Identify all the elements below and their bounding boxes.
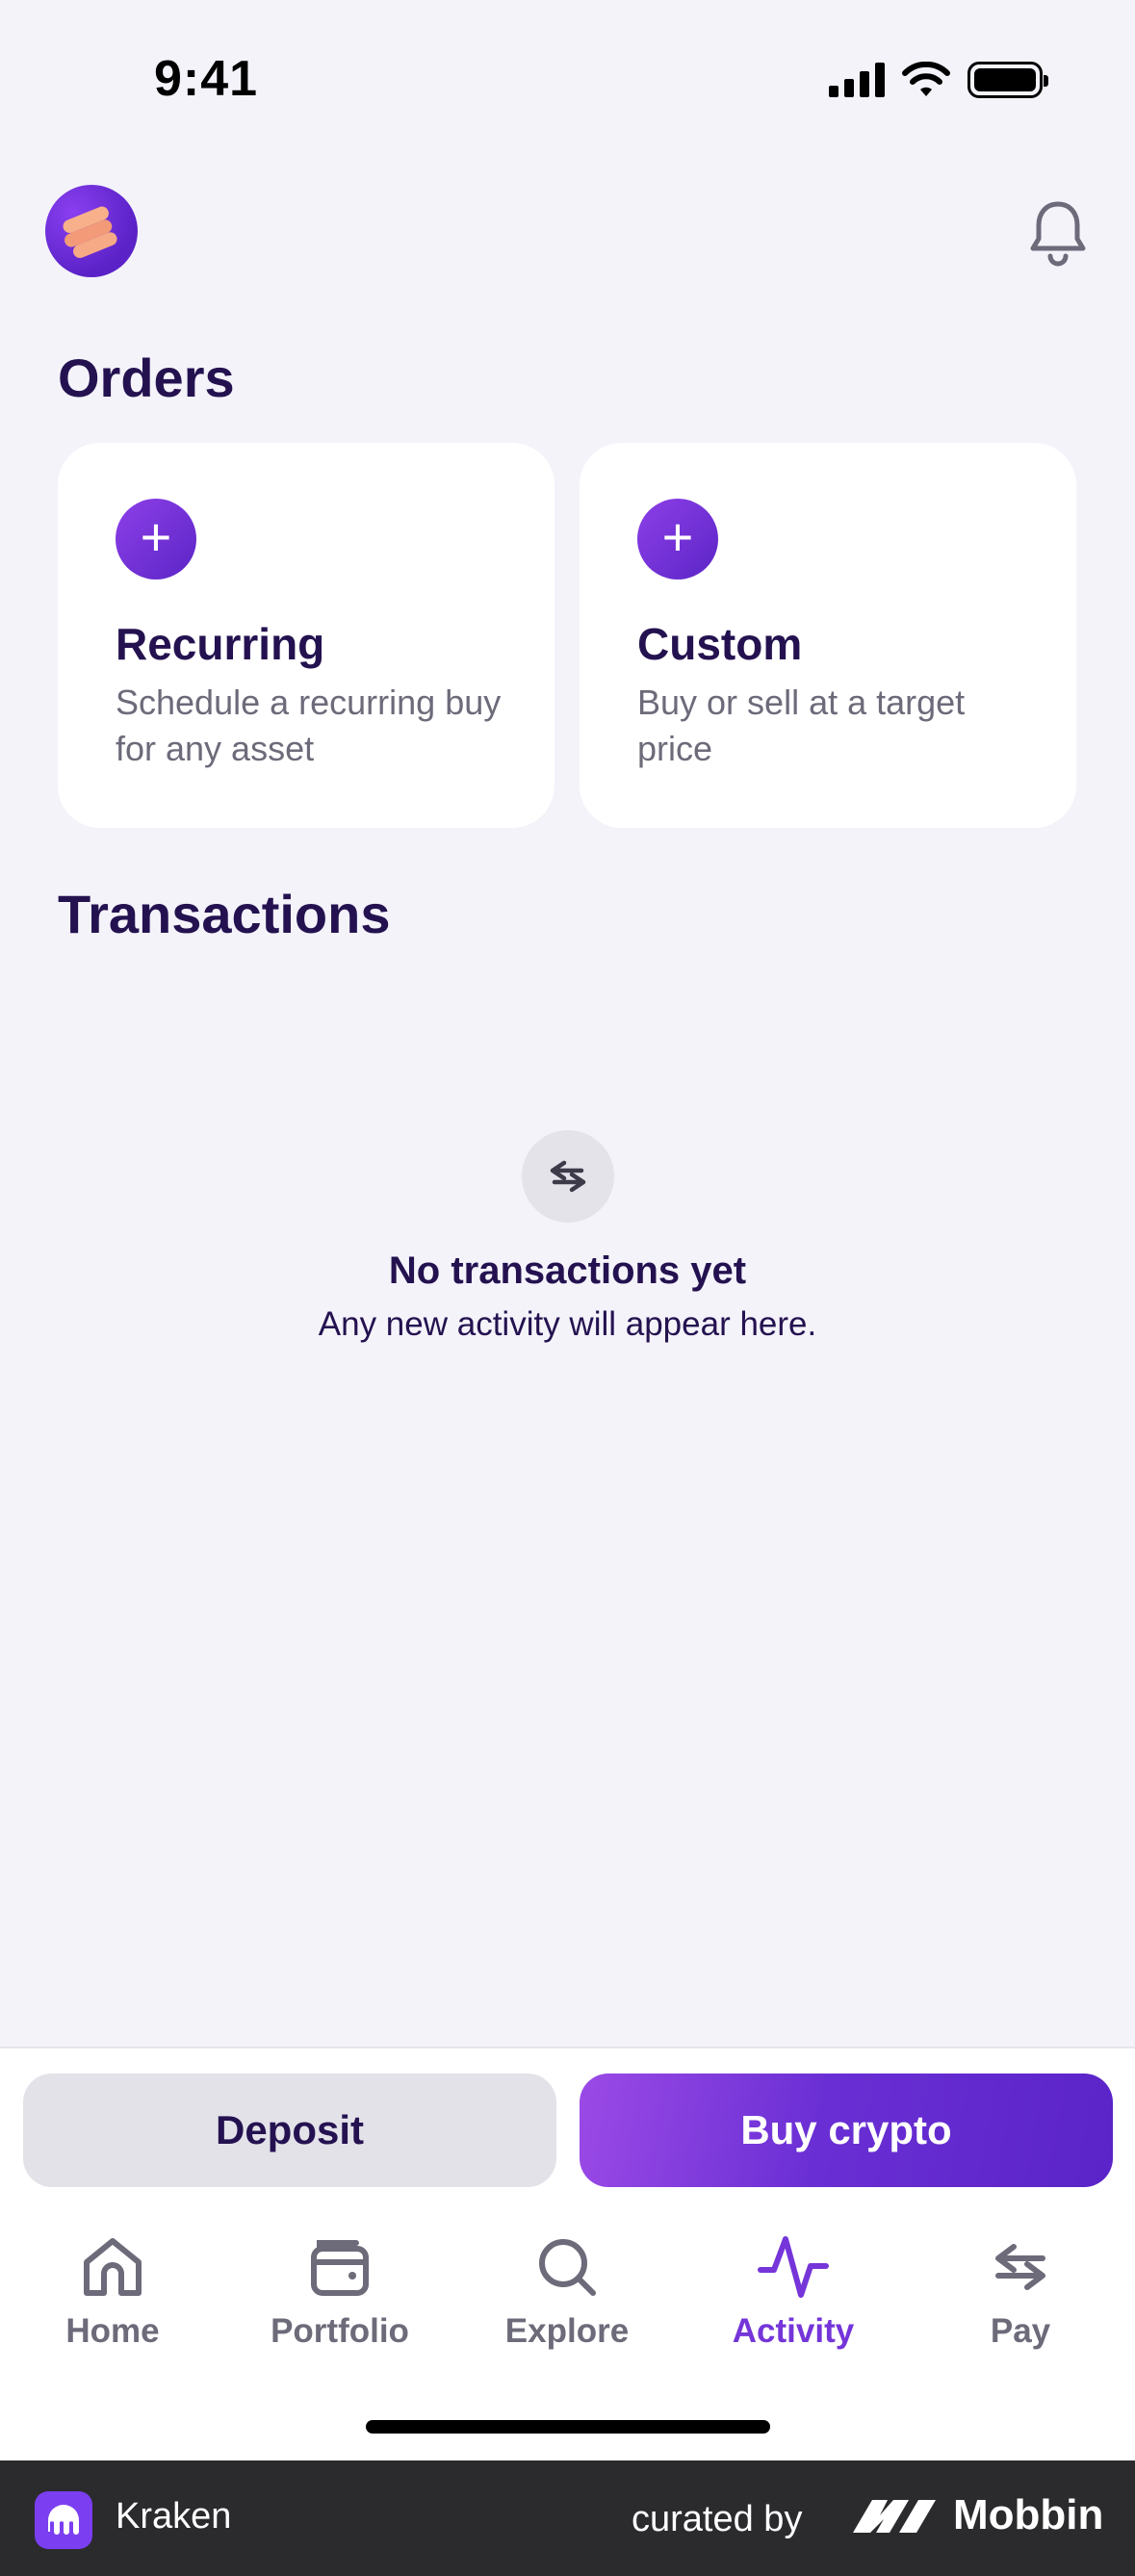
tab-home[interactable]: Home <box>16 2233 209 2351</box>
wallet-icon <box>311 2240 369 2296</box>
tab-activity[interactable]: Activity <box>697 2233 890 2351</box>
curated-by-text: curated by <box>632 2499 803 2539</box>
wifi-icon <box>902 62 950 96</box>
plus-icon: + <box>637 499 718 580</box>
mobbin-wordmark: Mobbin <box>953 2491 1104 2538</box>
tab-label: Activity <box>732 2312 855 2350</box>
cellular-signal-icon <box>829 63 885 97</box>
status-time: 9:41 <box>154 51 259 107</box>
search-icon <box>539 2239 596 2296</box>
battery-icon <box>967 62 1048 98</box>
home-icon <box>84 2238 142 2296</box>
home-indicator <box>366 2420 770 2434</box>
tab-label: Home <box>65 2312 160 2350</box>
activity-icon <box>758 2236 829 2298</box>
tab-label: Portfolio <box>271 2312 409 2350</box>
transfer-icon <box>995 2244 1045 2290</box>
tab-pay[interactable]: Pay <box>924 2233 1117 2351</box>
mobbin-logo: Mobbin <box>851 2491 1103 2539</box>
card-title: Custom <box>637 619 803 669</box>
card-description: Schedule a recurring buy for any asset <box>116 683 502 768</box>
custom-order-card[interactable]: + Custom Buy or sell at a target price <box>580 443 1076 828</box>
transfer-arrows-icon <box>522 1130 614 1223</box>
buy-crypto-button[interactable]: Buy crypto <box>580 2074 1113 2187</box>
tab-label: Pay <box>990 2312 1051 2350</box>
plus-icon: + <box>116 499 196 580</box>
empty-state-subtitle: Any new activity will appear here. <box>318 1305 817 1343</box>
card-title: Recurring <box>116 619 325 669</box>
mobbin-mark-icon <box>853 2500 936 2533</box>
tab-label: Explore <box>504 2312 630 2350</box>
deposit-button[interactable]: Deposit <box>23 2074 556 2187</box>
card-description: Buy or sell at a target price <box>637 683 966 768</box>
recurring-order-card[interactable]: + Recurring Schedule a recurring buy for… <box>58 443 555 828</box>
orders-title: Orders <box>58 348 235 408</box>
transactions-title: Transactions <box>58 884 391 944</box>
app-name: Kraken <box>116 2496 232 2537</box>
notification-bell-icon[interactable] <box>1027 198 1089 268</box>
empty-state-title: No transactions yet <box>388 1249 747 1292</box>
kraken-logo-icon <box>35 2491 92 2549</box>
status-icons <box>829 62 1048 98</box>
tab-explore[interactable]: Explore <box>471 2233 663 2351</box>
status-bar: 9:41 <box>0 0 1135 164</box>
tab-portfolio[interactable]: Portfolio <box>244 2233 436 2351</box>
profile-avatar[interactable] <box>45 185 138 277</box>
